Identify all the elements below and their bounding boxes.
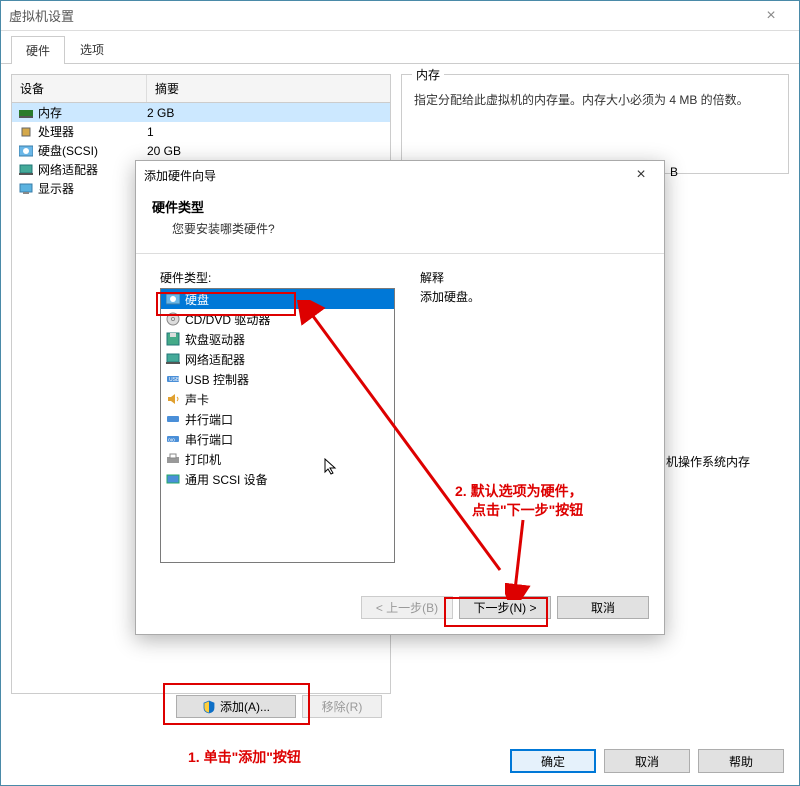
tabs: 硬件 选项 xyxy=(1,31,799,64)
network-icon xyxy=(165,352,181,366)
hw-item-label: 硬盘 xyxy=(185,291,209,308)
network-icon xyxy=(18,163,34,177)
device-label: 网络适配器 xyxy=(38,161,98,178)
col-device: 设备 xyxy=(12,75,147,102)
bottom-buttons: 确定 取消 帮助 xyxy=(510,749,784,773)
back-button: < 上一步(B) xyxy=(361,596,453,619)
explain-label: 解释 xyxy=(420,269,640,286)
wizard-footer: < 上一步(B) 下一步(N) > 取消 xyxy=(361,596,649,619)
tab-options[interactable]: 选项 xyxy=(65,35,119,63)
hw-item-net[interactable]: 网络适配器 xyxy=(161,349,394,369)
disk-icon xyxy=(165,292,181,306)
wizard-title: 添加硬件向导 xyxy=(144,167,216,184)
wizard-cancel-button[interactable]: 取消 xyxy=(557,596,649,619)
serial-icon: oıo xyxy=(165,432,181,446)
hw-item-printer[interactable]: 打印机 xyxy=(161,449,394,469)
truncated-b: B xyxy=(670,165,678,179)
device-label: 处理器 xyxy=(38,123,74,140)
cancel-button[interactable]: 取消 xyxy=(604,749,690,773)
hw-item-parallel[interactable]: 并行端口 xyxy=(161,409,394,429)
col-summary: 摘要 xyxy=(147,75,390,102)
annot-text-2a: 2. 默认选项为硬件， xyxy=(455,481,583,501)
hw-item-label: 声卡 xyxy=(185,391,209,408)
annot-text-2b: 点击"下一步"按钮 xyxy=(472,500,583,520)
device-row-cpu[interactable]: 处理器 1 xyxy=(12,122,390,141)
hw-item-label: 软盘驱动器 xyxy=(185,331,245,348)
memory-icon xyxy=(18,106,34,120)
display-icon xyxy=(18,182,34,196)
hw-item-label: 串行端口 xyxy=(185,431,233,448)
wizard-body: 硬件类型: 硬盘 CD/DVD 驱动器 软盘驱动器 网络适配器 xyxy=(136,254,664,578)
cpu-icon xyxy=(18,125,34,139)
scsi-icon xyxy=(165,472,181,486)
wizard-left: 硬件类型: 硬盘 CD/DVD 驱动器 软盘驱动器 网络适配器 xyxy=(160,269,395,563)
hw-item-disk[interactable]: 硬盘 xyxy=(161,289,394,309)
device-row-disk[interactable]: 硬盘(SCSI) 20 GB xyxy=(12,141,390,160)
floppy-icon xyxy=(165,332,181,346)
next-button[interactable]: 下一步(N) > xyxy=(459,596,551,619)
sound-icon xyxy=(165,392,181,406)
shield-icon xyxy=(202,700,216,714)
ok-button[interactable]: 确定 xyxy=(510,749,596,773)
hw-type-label: 硬件类型: xyxy=(160,269,395,286)
group-title: 内存 xyxy=(412,66,444,83)
svg-text:USB: USB xyxy=(169,377,180,383)
wizard-titlebar: 添加硬件向导 × xyxy=(136,161,664,189)
hw-item-label: CD/DVD 驱动器 xyxy=(185,311,270,328)
device-summary: 1 xyxy=(147,125,390,139)
hw-item-serial[interactable]: oıo 串行端口 xyxy=(161,429,394,449)
add-label: 添加(A)... xyxy=(220,698,270,715)
main-titlebar: 虚拟机设置 × xyxy=(1,1,799,31)
disk-icon xyxy=(18,144,34,158)
add-button[interactable]: 添加(A)... xyxy=(176,695,296,718)
tab-hardware[interactable]: 硬件 xyxy=(11,36,65,64)
wizard-header-title: 硬件类型 xyxy=(152,197,648,216)
hw-item-scsi[interactable]: 通用 SCSI 设备 xyxy=(161,469,394,489)
memory-group: 内存 指定分配给此虚拟机的内存量。内存大小必须为 4 MB 的倍数。 xyxy=(401,74,789,174)
cd-icon xyxy=(165,312,181,326)
hardware-type-list[interactable]: 硬盘 CD/DVD 驱动器 软盘驱动器 网络适配器 USB USB 控制器 xyxy=(160,288,395,563)
annot-text-1: 1. 单击"添加"按钮 xyxy=(188,747,301,767)
hw-item-sound[interactable]: 声卡 xyxy=(161,389,394,409)
device-summary: 20 GB xyxy=(147,144,390,158)
device-row-memory[interactable]: 内存 2 GB xyxy=(12,103,390,122)
hw-item-cddvd[interactable]: CD/DVD 驱动器 xyxy=(161,309,394,329)
close-icon[interactable]: × xyxy=(626,166,656,184)
remove-button[interactable]: 移除(R) xyxy=(302,695,382,718)
device-label: 显示器 xyxy=(38,180,74,197)
device-label: 硬盘(SCSI) xyxy=(38,142,98,159)
add-hardware-wizard: 添加硬件向导 × 硬件类型 您要安装哪类硬件? 硬件类型: 硬盘 CD/DVD … xyxy=(135,160,665,635)
help-button[interactable]: 帮助 xyxy=(698,749,784,773)
hw-item-label: 通用 SCSI 设备 xyxy=(185,471,268,488)
printer-icon xyxy=(165,452,181,466)
hw-item-label: 并行端口 xyxy=(185,411,233,428)
device-summary: 2 GB xyxy=(147,106,390,120)
explain-text: 添加硬盘。 xyxy=(420,288,640,305)
hw-item-usb[interactable]: USB USB 控制器 xyxy=(161,369,394,389)
parallel-icon xyxy=(165,412,181,426)
device-label: 内存 xyxy=(38,104,62,121)
hw-item-label: 网络适配器 xyxy=(185,351,245,368)
hw-item-label: 打印机 xyxy=(185,451,221,468)
hw-item-label: USB 控制器 xyxy=(185,371,249,388)
svg-text:oıo: oıo xyxy=(168,438,175,444)
usb-icon: USB xyxy=(165,372,181,386)
cursor-icon xyxy=(324,458,338,476)
wizard-header: 硬件类型 您要安装哪类硬件? xyxy=(136,189,664,254)
hw-item-floppy[interactable]: 软盘驱动器 xyxy=(161,329,394,349)
close-icon[interactable]: × xyxy=(751,2,791,30)
wizard-header-sub: 您要安装哪类硬件? xyxy=(152,220,648,237)
add-remove-bar: 添加(A)... 移除(R) xyxy=(176,695,382,718)
memory-text: 指定分配给此虚拟机的内存量。内存大小必须为 4 MB 的倍数。 xyxy=(414,87,776,109)
truncated-os-mem: 机操作系统内存 xyxy=(666,453,750,470)
main-title: 虚拟机设置 xyxy=(9,6,74,25)
list-header: 设备 摘要 xyxy=(12,75,390,103)
